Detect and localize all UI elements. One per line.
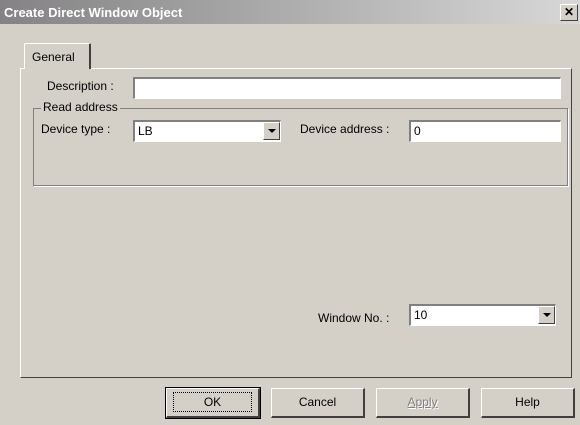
help-button[interactable]: Help [481,388,575,418]
window-no-label: Window No. : [318,311,390,325]
ok-button-label: OK [172,392,253,412]
device-type-value: LB [138,124,153,138]
device-address-field[interactable]: 0 [409,120,561,142]
title-bar: Create Direct Window Object ✕ [0,0,580,24]
help-button-label: Help [515,395,540,409]
apply-button-label: Apply [407,395,438,409]
tab-general-label: General [32,50,75,64]
description-label: Description : [47,79,114,93]
window-title: Create Direct Window Object [4,5,183,20]
description-field[interactable] [133,77,561,99]
close-button[interactable]: ✕ [560,4,578,21]
chevron-down-icon[interactable] [538,306,555,324]
read-address-group-label: Read address [41,100,120,114]
cancel-button[interactable]: Cancel [271,388,365,418]
cancel-button-label: Cancel [298,395,337,409]
ok-button[interactable]: OK [165,387,261,419]
device-type-label: Device type : [41,122,111,136]
tab-general[interactable]: General [24,43,91,69]
chevron-down-icon[interactable] [263,122,280,140]
device-type-select[interactable]: LB [133,120,281,142]
window-no-value: 10 [414,308,428,322]
device-address-label: Device address : [300,122,390,136]
apply-button[interactable]: Apply [376,388,470,418]
window-no-select[interactable]: 10 [409,304,556,326]
close-icon: ✕ [563,5,575,19]
